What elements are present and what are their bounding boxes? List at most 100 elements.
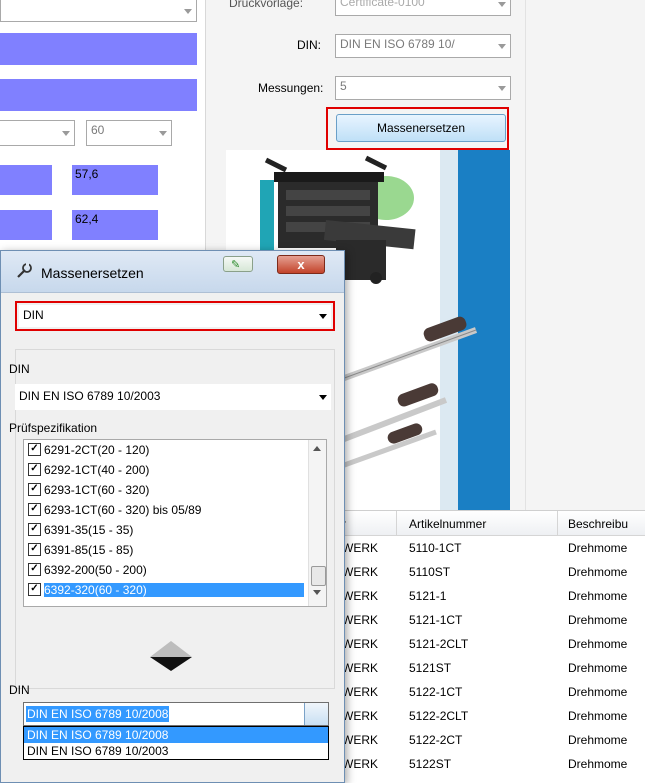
table-cell: WERK bbox=[342, 685, 378, 699]
column-divider bbox=[396, 511, 397, 536]
massenersetzen-dialog: Massenersetzen ✎ x DIN DIN DIN EN ISO 67… bbox=[0, 250, 345, 783]
table-cell: 5110-1CT bbox=[409, 541, 462, 555]
table-row[interactable]: WERK 5122-2CT Drehmome bbox=[340, 728, 645, 752]
edit-button[interactable]: ✎ bbox=[223, 256, 253, 272]
column-header-beschreibung[interactable]: Beschreibu bbox=[568, 517, 628, 531]
table-cell: Drehmome bbox=[568, 661, 628, 675]
din-combo[interactable]: DIN EN ISO 6789 10/ bbox=[335, 34, 511, 58]
outer-panel bbox=[525, 0, 645, 510]
chevron-down-icon bbox=[319, 314, 327, 319]
spec-list-item[interactable]: 6391-35(15 - 35) bbox=[28, 523, 133, 539]
scrollbar[interactable] bbox=[308, 440, 326, 606]
spec-list-item[interactable]: 6392-320(60 - 320) bbox=[28, 583, 304, 599]
table-cell: Drehmome bbox=[568, 637, 628, 651]
chevron-down-icon bbox=[319, 395, 327, 400]
table-cell: Drehmome bbox=[568, 685, 628, 699]
table-row[interactable]: WERK 5122ST Drehmome bbox=[340, 752, 645, 776]
spec-listbox[interactable]: 6291-2CT(20 - 120) 6292-1CT(40 - 200) 6293… bbox=[23, 439, 327, 607]
target-din-select[interactable]: DIN EN ISO 6789 10/2008 bbox=[23, 702, 329, 726]
purple-bar-row2 bbox=[0, 210, 52, 240]
table-row[interactable]: WERK 5122-2CLT Drehmome bbox=[340, 704, 645, 728]
spec-item-label: 6392-320(60 - 320) bbox=[44, 583, 304, 597]
column-header-artikelnummer[interactable]: Artikelnummer bbox=[409, 517, 486, 531]
left-combo-value[interactable]: 60 bbox=[86, 120, 172, 146]
spec-list-item[interactable]: 6392-200(50 - 200) bbox=[28, 563, 147, 579]
checkbox[interactable] bbox=[28, 463, 41, 476]
table-cell: Drehmome bbox=[568, 613, 628, 627]
spec-list-item[interactable]: 6391-85(15 - 85) bbox=[28, 543, 133, 559]
messungen-combo[interactable]: 5 bbox=[335, 76, 511, 100]
spec-item-label: 6392-200(50 - 200) bbox=[44, 563, 147, 577]
left-combo-small[interactable] bbox=[0, 120, 75, 146]
chevron-down-icon bbox=[498, 2, 506, 7]
table-row[interactable]: WERK 5122-1CT Drehmome bbox=[340, 680, 645, 704]
dropdown-option[interactable]: DIN EN ISO 6789 10/2003 bbox=[24, 743, 328, 759]
messungen-label: Messungen: bbox=[258, 81, 324, 95]
table-row[interactable]: WERK 5121-1 Drehmome bbox=[340, 584, 645, 608]
scroll-down-icon[interactable] bbox=[313, 590, 321, 595]
table-cell: Drehmome bbox=[568, 565, 628, 579]
spec-list-item[interactable]: 6292-1CT(40 - 200) bbox=[28, 463, 149, 479]
wrench-icon bbox=[15, 262, 33, 283]
spec-item-label: 6391-85(15 - 85) bbox=[44, 543, 134, 557]
checkbox[interactable] bbox=[28, 483, 41, 496]
massenersetzen-button[interactable]: Massenersetzen bbox=[336, 114, 506, 142]
spec-item-label: 6293-1CT(60 - 320) bis 05/89 bbox=[44, 503, 202, 517]
type-select[interactable]: DIN bbox=[19, 305, 331, 327]
table-row[interactable]: WERK 5110ST Drehmome bbox=[340, 560, 645, 584]
checkbox[interactable] bbox=[28, 583, 41, 596]
spec-list-item[interactable]: 6293-1CT(60 - 320) bbox=[28, 483, 149, 499]
background-combo-top[interactable] bbox=[0, 0, 197, 22]
table-cell: Drehmome bbox=[568, 709, 628, 723]
table-row[interactable]: WERK 5121-1CT Drehmome bbox=[340, 608, 645, 632]
table-cell: WERK bbox=[342, 709, 378, 723]
column-divider bbox=[557, 511, 558, 536]
scroll-thumb[interactable] bbox=[311, 566, 326, 586]
dropdown-button[interactable] bbox=[304, 703, 328, 725]
spec-item-label: 6391-35(15 - 35) bbox=[44, 523, 134, 537]
spec-list-item[interactable]: 6291-2CT(20 - 120) bbox=[28, 443, 149, 459]
checkbox[interactable] bbox=[28, 443, 41, 456]
close-icon: x bbox=[297, 257, 305, 272]
table-cell: WERK bbox=[342, 613, 378, 627]
purple-field-2 bbox=[0, 79, 197, 111]
din-label: DIN: bbox=[297, 38, 321, 52]
dropdown-option[interactable]: DIN EN ISO 6789 10/2008 bbox=[24, 727, 328, 743]
target-dropdown-list[interactable]: DIN EN ISO 6789 10/2008 DIN EN ISO 6789 … bbox=[23, 726, 329, 760]
checkbox[interactable] bbox=[28, 523, 41, 536]
druckvorlage-combo[interactable]: Certificate-0100 bbox=[335, 0, 511, 16]
table-row[interactable]: WERK 5121ST Drehmome bbox=[340, 656, 645, 680]
target-din-label: DIN bbox=[9, 683, 30, 697]
table-cell: 5121-2CLT bbox=[409, 637, 469, 651]
spec-item-label: 6292-1CT(40 - 200) bbox=[44, 463, 150, 477]
close-button[interactable]: x bbox=[277, 255, 325, 274]
source-din-select[interactable]: DIN EN ISO 6789 10/2003 bbox=[15, 384, 331, 410]
value-text: 62,4 bbox=[75, 212, 99, 226]
chevron-down-icon bbox=[62, 131, 70, 136]
table-cell: WERK bbox=[342, 541, 378, 555]
value-cell-2: 62,4 bbox=[72, 210, 158, 240]
table-cell: Drehmome bbox=[568, 757, 628, 771]
chevron-down-icon bbox=[159, 131, 167, 136]
purple-bar-row1 bbox=[0, 165, 52, 195]
checkbox[interactable] bbox=[28, 503, 41, 516]
table-row[interactable]: WERK 5110-1CT Drehmome bbox=[340, 536, 645, 560]
table-cell: 5122-2CLT bbox=[409, 709, 469, 723]
table-cell: 5121ST bbox=[409, 661, 452, 675]
druckvorlage-label: Druckvorlage: bbox=[229, 0, 304, 10]
table-header: r Artikelnummer Beschreibu bbox=[340, 511, 645, 536]
table-cell: 5122-2CT bbox=[409, 733, 463, 747]
table-cell: Drehmome bbox=[568, 589, 628, 603]
table-cell: WERK bbox=[342, 637, 378, 651]
checkbox[interactable] bbox=[28, 563, 41, 576]
spec-list-item[interactable]: 6293-1CT(60 - 320) bis 05/89 bbox=[28, 503, 201, 519]
table-row[interactable]: WERK 5121-2CLT Drehmome bbox=[340, 632, 645, 656]
spec-label: Prüfspezifikation bbox=[9, 421, 98, 435]
value-text: 57,6 bbox=[75, 167, 99, 181]
checkbox[interactable] bbox=[28, 543, 41, 556]
spec-item-label: 6291-2CT(20 - 120) bbox=[44, 443, 150, 457]
table-cell: 5121-1 bbox=[409, 589, 447, 603]
scroll-up-icon[interactable] bbox=[313, 446, 321, 451]
article-table: r Artikelnummer Beschreibu WERK 5110-1CT D… bbox=[340, 510, 645, 783]
spec-item-label: 6293-1CT(60 - 320) bbox=[44, 483, 150, 497]
